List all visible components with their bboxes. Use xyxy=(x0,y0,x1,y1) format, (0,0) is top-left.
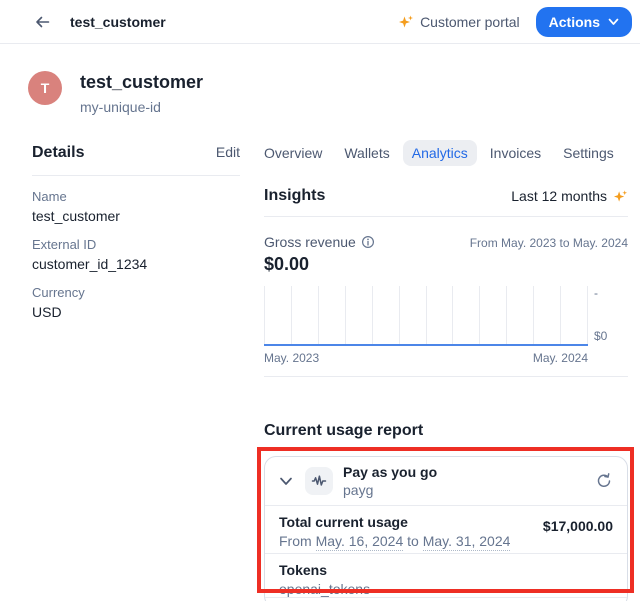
details-divider xyxy=(32,175,240,176)
gross-revenue-chart: - $0 xyxy=(264,286,628,346)
chart-divider xyxy=(264,376,628,377)
info-icon[interactable] xyxy=(361,235,375,249)
total-usage-label: Total current usage xyxy=(279,514,510,530)
actions-label: Actions xyxy=(549,14,600,30)
tab-invoices[interactable]: Invoices xyxy=(481,140,550,166)
gross-revenue-label: Gross revenue xyxy=(264,234,356,250)
tab-overview[interactable]: Overview xyxy=(255,140,331,166)
date-range-picker[interactable]: Last 12 months xyxy=(511,188,628,204)
usage-item-code: openai_tokens xyxy=(279,581,613,597)
period-to-word: to xyxy=(407,533,419,549)
collapse-toggle-button[interactable] xyxy=(277,475,295,488)
avatar-initial: T xyxy=(41,80,50,96)
field-label: Name xyxy=(32,189,240,204)
customer-identity: test_customer my-unique-id xyxy=(80,72,203,115)
detail-field-currency: Currency USD xyxy=(32,285,240,320)
topbar-actions: Customer portal Actions xyxy=(398,7,632,37)
avatar: T xyxy=(28,71,62,105)
refresh-button[interactable] xyxy=(593,470,615,492)
detail-field-name: Name test_customer xyxy=(32,189,240,224)
customer-detail-page: test_customer Customer portal Actions T … xyxy=(0,0,640,601)
gross-revenue-value: $0.00 xyxy=(264,254,628,275)
usage-report-heading: Current usage report xyxy=(264,422,423,440)
insights-heading: Insights xyxy=(264,187,325,205)
edit-details-button[interactable]: Edit xyxy=(216,144,240,160)
refresh-icon xyxy=(595,472,613,490)
actions-button[interactable]: Actions xyxy=(536,7,632,37)
topbar: test_customer Customer portal Actions xyxy=(0,0,640,44)
x-axis-labels: May. 2023 May. 2024 xyxy=(264,351,588,365)
details-panel: Details Edit Name test_customer External… xyxy=(32,144,240,320)
tab-bar: Overview Wallets Analytics Invoices Sett… xyxy=(255,140,628,166)
usage-item-name: Tokens xyxy=(279,562,613,578)
details-heading: Details xyxy=(32,144,84,162)
field-value: USD xyxy=(32,304,240,320)
field-label: External ID xyxy=(32,237,240,252)
field-value: test_customer xyxy=(32,208,240,224)
back-button[interactable] xyxy=(32,12,52,32)
period-from-word: From xyxy=(279,533,312,549)
plan-name: Pay as you go xyxy=(343,464,437,480)
chart-period-label: From May. 2023 to May. 2024 xyxy=(470,236,628,250)
total-usage-row: Total current usage From May. 16, 2024 t… xyxy=(265,506,627,554)
plan-header-row[interactable]: Pay as you go payg xyxy=(265,457,627,506)
customer-portal-button[interactable]: Customer portal xyxy=(398,14,520,30)
usage-period: From May. 16, 2024 to May. 31, 2024 xyxy=(279,533,510,549)
sparkle-icon xyxy=(398,14,414,30)
insights-divider xyxy=(264,216,628,217)
tab-settings[interactable]: Settings xyxy=(554,140,623,166)
range-label: Last 12 months xyxy=(511,188,607,204)
sparkle-icon xyxy=(613,189,628,204)
back-arrow-icon xyxy=(34,14,50,30)
chart-zero-line xyxy=(264,344,588,346)
total-usage-amount: $17,000.00 xyxy=(543,518,613,534)
customer-unique-id: my-unique-id xyxy=(80,99,203,115)
chart-gridlines xyxy=(264,286,588,346)
tab-analytics[interactable]: Analytics xyxy=(403,140,477,166)
customer-name: test_customer xyxy=(80,72,203,93)
usage-item-row: Tokens openai_tokens xyxy=(265,554,627,598)
field-label: Currency xyxy=(32,285,240,300)
y-axis-tick-bottom: $0 xyxy=(594,329,607,343)
chevron-down-icon xyxy=(608,18,619,26)
topbar-title: test_customer xyxy=(70,14,166,30)
y-axis-tick-top: - xyxy=(594,286,598,300)
period-to-date[interactable]: May. 31, 2024 xyxy=(423,533,511,551)
period-from-date[interactable]: May. 16, 2024 xyxy=(316,533,404,551)
plan-code: payg xyxy=(343,482,437,498)
chevron-down-icon xyxy=(279,477,293,486)
customer-portal-label: Customer portal xyxy=(420,14,520,30)
tab-wallets[interactable]: Wallets xyxy=(335,140,398,166)
usage-report-card: Pay as you go payg Total current usage F… xyxy=(264,456,628,601)
plan-pulse-icon xyxy=(305,467,333,495)
field-value: customer_id_1234 xyxy=(32,256,240,272)
main-panel: Overview Wallets Analytics Invoices Sett… xyxy=(264,140,628,377)
x-axis-tick-left: May. 2023 xyxy=(264,351,319,365)
x-axis-tick-right: May. 2024 xyxy=(533,351,588,365)
detail-field-external-id: External ID customer_id_1234 xyxy=(32,237,240,272)
